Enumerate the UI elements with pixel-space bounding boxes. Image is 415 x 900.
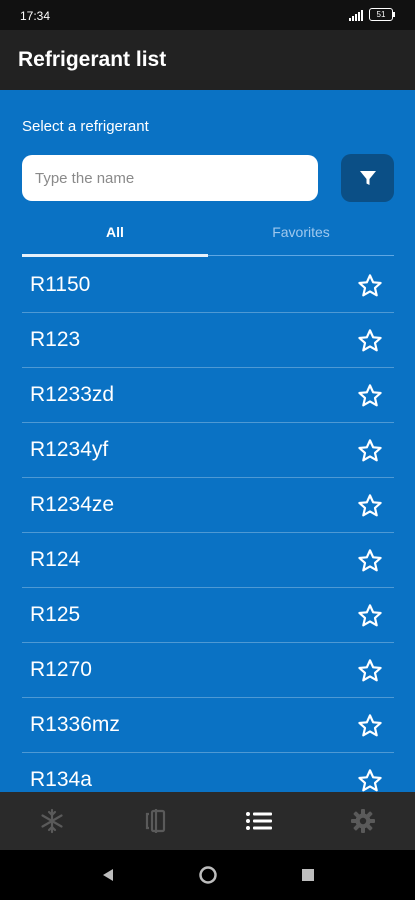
favorite-button[interactable] [354,655,386,687]
refrigerant-name: R134a [30,768,92,791]
signal-icon [349,9,363,21]
status-bar: 17:34 51 [0,0,415,30]
list-item[interactable]: R1234ze [22,478,394,533]
refrigerant-name: R1234ze [30,493,115,516]
favorite-button[interactable] [354,325,386,357]
gear-icon [351,809,376,833]
compare-icon [145,809,165,833]
star-icon [358,274,382,297]
star-icon [358,604,382,627]
list-item[interactable]: R134a [22,753,394,792]
refrigerant-name: R1150 [30,273,91,296]
tab-favorites[interactable]: Favorites [208,218,394,255]
favorite-button[interactable] [354,600,386,632]
search-prompt: Select a refrigerant [22,118,149,135]
filter-button[interactable] [341,154,394,202]
star-icon [358,329,382,352]
refrigerant-name: R1233zd [30,383,115,406]
list-item[interactable]: R1233zd [22,368,394,423]
home-circle-icon [198,866,217,884]
app-bar: Refrigerant list [0,30,415,90]
nav-item-list[interactable] [229,792,289,850]
favorite-button[interactable] [354,545,386,577]
system-recents-button[interactable] [293,860,323,890]
status-time: 17:34 [20,9,51,23]
star-icon [358,659,382,682]
nav-item-settings[interactable] [333,792,393,850]
page-title: Refrigerant list [18,48,167,71]
system-nav-bar [0,850,415,900]
nav-item-compare[interactable] [126,792,186,850]
star-icon [358,714,382,737]
recents-square-icon [301,869,314,881]
refrigerant-name: R124 [30,548,81,571]
refrigerant-name: R125 [30,603,81,626]
list-item[interactable]: R1336mz [22,698,394,753]
tab-bar: All Favorites [22,218,394,258]
refrigerant-name: R1234yf [30,438,109,461]
bottom-nav [0,792,415,850]
snowflake-icon [41,808,63,834]
star-icon [358,494,382,517]
back-triangle-icon [102,869,113,881]
star-icon [358,384,382,407]
favorite-button[interactable] [354,765,386,792]
favorite-button[interactable] [354,270,386,302]
tab-all[interactable]: All [22,218,208,255]
list-item[interactable]: R1270 [22,643,394,698]
list-item[interactable]: R123 [22,313,394,368]
star-icon [358,769,382,792]
favorite-button[interactable] [354,380,386,412]
star-icon [358,549,382,572]
battery-icon: 51 [369,8,395,21]
system-home-button[interactable] [193,860,223,890]
list-item[interactable]: R1234yf [22,423,394,478]
favorite-button[interactable] [354,710,386,742]
nav-item-snowflake[interactable] [22,792,82,850]
refrigerant-name: R1336mz [30,713,120,736]
refrigerant-list[interactable]: R1150 R123 R1233zd R1234yf R1234ze R124 R125 R1… [22,258,394,792]
refrigerant-name: R123 [30,328,81,351]
tab-indicator [22,254,208,257]
status-icons: 51 [349,8,395,21]
list-item[interactable]: R124 [22,533,394,588]
search-input[interactable] [22,155,318,201]
filter-icon [359,171,376,185]
refrigerant-name: R1270 [30,658,92,681]
list-item[interactable]: R125 [22,588,394,643]
system-back-button[interactable] [93,860,123,890]
favorite-button[interactable] [354,435,386,467]
list-icon [246,812,273,830]
list-item[interactable]: R1150 [22,258,394,313]
star-icon [358,439,382,462]
favorite-button[interactable] [354,490,386,522]
